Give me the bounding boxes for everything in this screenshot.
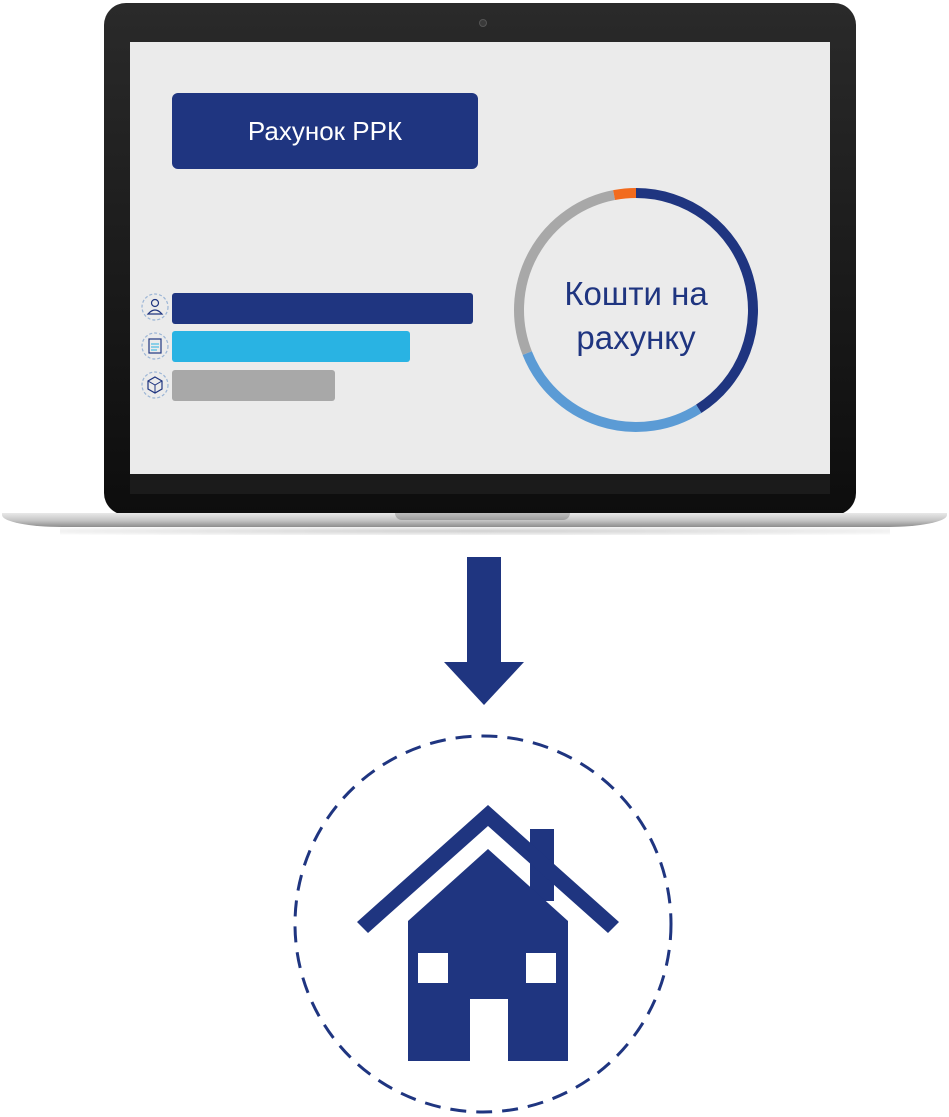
account-title-box: Рахунок РРК <box>172 93 478 169</box>
laptop-notch <box>395 513 570 520</box>
donut-label-line2: рахунку <box>576 319 696 356</box>
donut-segment-orange <box>613 188 637 201</box>
laptop-shadow <box>60 527 890 535</box>
down-arrow-icon <box>444 557 524 705</box>
bar-navy <box>172 293 473 324</box>
bar-cyan <box>172 331 410 362</box>
donut-segment-light_blue <box>522 351 702 432</box>
box-icon <box>141 371 169 399</box>
person-icon <box>141 293 169 321</box>
house-circle <box>293 734 673 1114</box>
laptop-screen: Рахунок РРК Кошти на рахунку <box>130 42 830 474</box>
camera-icon <box>479 19 487 27</box>
screen-bezel <box>130 474 830 494</box>
document-icon <box>141 332 169 360</box>
laptop: Рахунок РРК Кошти на рахунку <box>0 0 949 540</box>
donut-label: Кошти на рахунку <box>516 272 756 360</box>
house-icon <box>357 805 619 1061</box>
account-title: Рахунок РРК <box>247 115 403 146</box>
bar-gray <box>172 370 335 401</box>
donut-label-line1: Кошти на <box>564 275 708 312</box>
